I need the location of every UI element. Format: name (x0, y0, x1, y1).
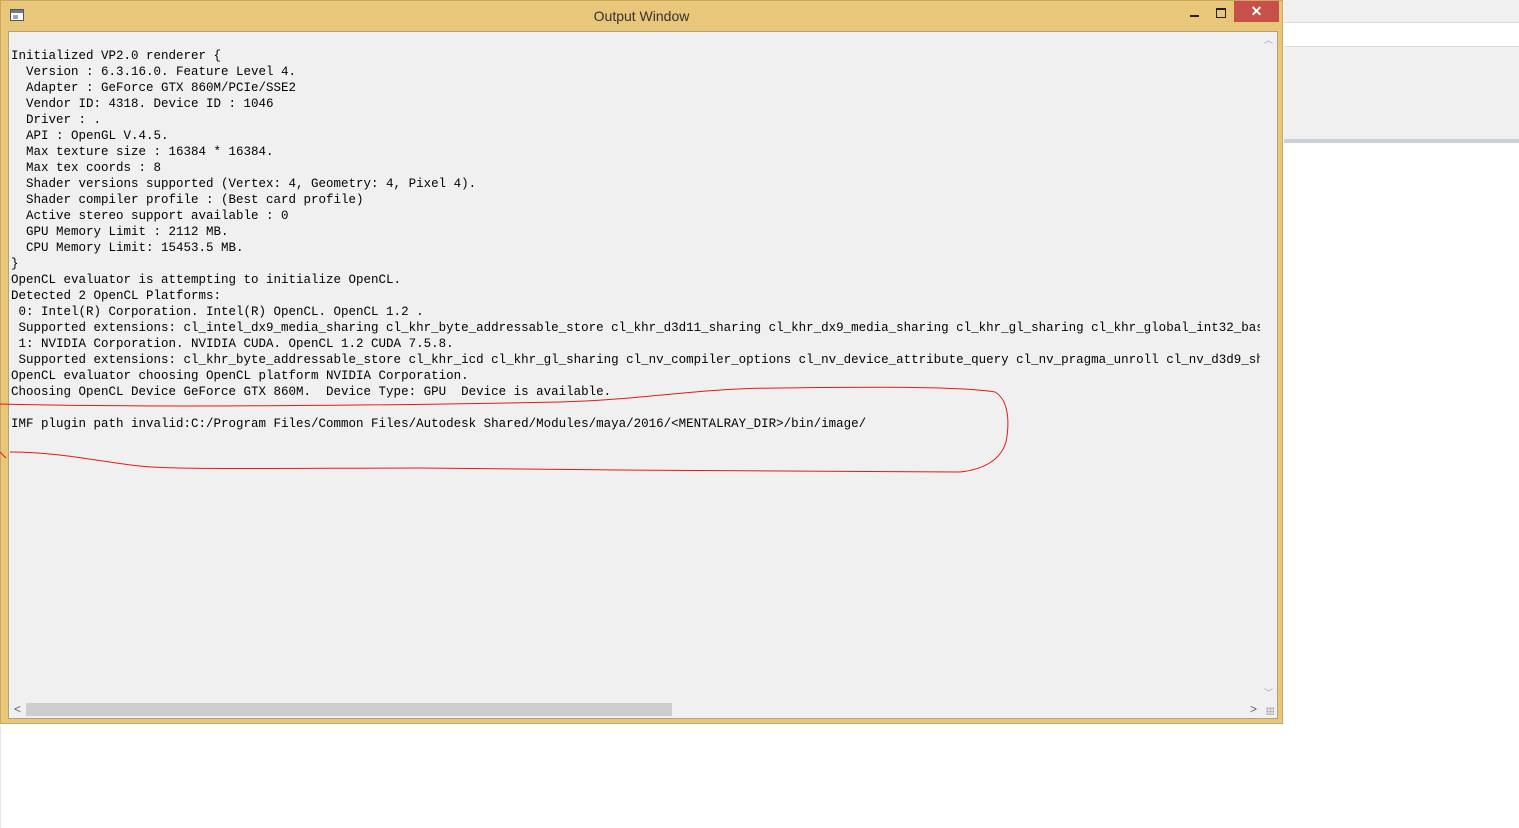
chevron-up-icon[interactable]: ︿ (1260, 32, 1277, 49)
output-line: Shader versions supported (Vertex: 4, Ge… (11, 177, 477, 191)
output-line: CPU Memory Limit: 15453.5 MB. (11, 241, 244, 255)
background-app-toolbar (1284, 0, 1519, 23)
close-button[interactable]: ✕ (1234, 1, 1279, 22)
output-window: Output Window ✕ Initialized VP2.0 render… (0, 0, 1283, 724)
window-title: Output Window (593, 8, 690, 24)
chevron-down-icon[interactable]: ﹀ (1260, 685, 1277, 702)
output-line: Adapter : GeForce GTX 860M/PCIe/SSE2 (11, 81, 297, 95)
resize-grip[interactable] (1260, 701, 1277, 718)
vertical-scrollbar[interactable]: ︿ ﹀ (1260, 32, 1277, 702)
output-line: Detected 2 OpenCL Platforms: (11, 289, 222, 303)
output-line: } (11, 257, 19, 271)
output-line: Shader compiler profile : (Best card pro… (11, 193, 364, 207)
output-line: Supported extensions: cl_khr_byte_addres… (11, 353, 1262, 367)
output-line: Supported extensions: cl_intel_dx9_media… (11, 321, 1262, 335)
chevron-left-icon[interactable]: < (9, 701, 26, 718)
output-line: OpenCL evaluator choosing OpenCL platfor… (11, 369, 469, 383)
output-line: Initialized VP2.0 renderer { (11, 49, 222, 63)
output-text[interactable]: Initialized VP2.0 renderer { Version : 6… (11, 48, 1261, 698)
output-panel[interactable]: Initialized VP2.0 renderer { Version : 6… (8, 31, 1278, 719)
output-line: Driver : . (11, 113, 102, 127)
output-line: Vendor ID: 4318. Device ID : 1046 (11, 97, 274, 111)
output-line: Max texture size : 16384 * 16384. (11, 145, 274, 159)
minimize-button[interactable] (1181, 1, 1207, 22)
output-line: Version : 6.3.16.0. Feature Level 4. (11, 65, 297, 79)
output-line: IMF plugin path invalid:C:/Program Files… (11, 417, 867, 431)
output-line: Active stereo support available : 0 (11, 209, 289, 223)
minimize-icon (1189, 14, 1199, 17)
output-line: API : OpenGL V.4.5. (11, 129, 169, 143)
title-bar[interactable]: Output Window ✕ (1, 1, 1282, 31)
output-line: Max tex coords : 8 (11, 161, 162, 175)
maximize-icon (1215, 7, 1226, 18)
output-line: OpenCL evaluator is attempting to initia… (11, 273, 402, 287)
background-app-edge (0, 726, 7, 828)
maximize-button[interactable] (1207, 1, 1234, 22)
output-line: 0: Intel(R) Corporation. Intel(R) OpenCL… (11, 305, 424, 319)
output-line: 1: NVIDIA Corporation. NVIDIA CUDA. Open… (11, 337, 454, 351)
horizontal-scrollbar[interactable]: < > (9, 701, 1262, 718)
horizontal-scroll-thumb[interactable] (26, 703, 672, 716)
background-app-panel (1284, 46, 1519, 141)
output-line: Choosing OpenCL Device GeForce GTX 860M.… (11, 385, 612, 399)
output-line: GPU Memory Limit : 2112 MB. (11, 225, 229, 239)
background-app-divider (1284, 139, 1519, 143)
